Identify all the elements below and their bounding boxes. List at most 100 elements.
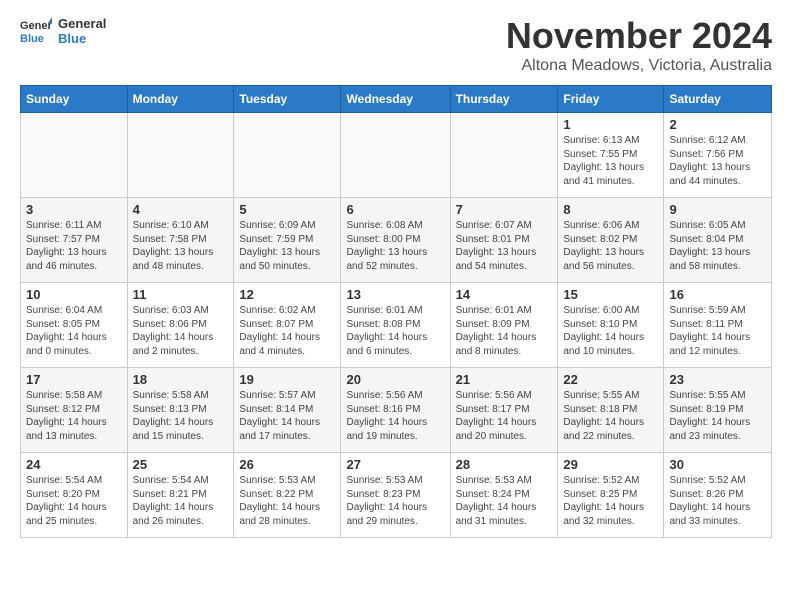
day-number: 12	[239, 287, 335, 302]
calendar-cell: 14 Sunrise: 6:01 AM Sunset: 8:09 PM Dayli…	[450, 283, 558, 368]
week-row-5: 24 Sunrise: 5:54 AM Sunset: 8:20 PM Dayli…	[21, 453, 772, 538]
day-number: 15	[563, 287, 658, 302]
calendar-cell: 4Sunrise: 6:10 AM Sunset: 7:58 PM Daylig…	[127, 198, 234, 283]
day-info: Sunrise: 5:52 AM Sunset: 8:26 PM Dayligh…	[669, 474, 766, 528]
calendar-cell: 11 Sunrise: 6:03 AM Sunset: 8:06 PM Dayli…	[127, 283, 234, 368]
calendar-cell: 7 Sunrise: 6:07 AM Sunset: 8:01 PM Daylig…	[450, 198, 558, 283]
calendar-cell	[21, 113, 128, 198]
day-number: 18	[133, 372, 229, 387]
day-number: 8	[563, 202, 658, 217]
calendar-cell: 12 Sunrise: 6:02 AM Sunset: 8:07 PM Dayli…	[234, 283, 341, 368]
day-info: Sunrise: 5:58 AM Sunset: 8:13 PM Dayligh…	[133, 389, 229, 443]
day-number: 22	[563, 372, 658, 387]
day-number: 5	[239, 202, 335, 217]
calendar-cell: 10 Sunrise: 6:04 AM Sunset: 8:05 PM Dayli…	[21, 283, 128, 368]
day-number: 24	[26, 457, 122, 472]
calendar-cell: 30Sunrise: 5:52 AM Sunset: 8:26 PM Dayli…	[664, 453, 772, 538]
calendar-cell: 23Sunrise: 5:55 AM Sunset: 8:19 PM Dayli…	[664, 368, 772, 453]
calendar-cell: 22Sunrise: 5:55 AM Sunset: 8:18 PM Dayli…	[558, 368, 664, 453]
day-number: 21	[456, 372, 553, 387]
day-info: Sunrise: 6:06 AM Sunset: 8:02 PM Dayligh…	[563, 219, 658, 273]
calendar-cell: 1 Sunrise: 6:13 AM Sunset: 7:55 PM Daylig…	[558, 113, 664, 198]
day-info: Sunrise: 6:08 AM Sunset: 8:00 PM Dayligh…	[346, 219, 444, 273]
day-number: 11	[133, 287, 229, 302]
day-number: 10	[26, 287, 122, 302]
weekday-header-row: SundayMondayTuesdayWednesdayThursdayFrid…	[21, 86, 772, 113]
svg-text:Blue: Blue	[20, 33, 44, 45]
day-number: 27	[346, 457, 444, 472]
day-number: 1	[563, 117, 658, 132]
day-info: Sunrise: 6:03 AM Sunset: 8:06 PM Dayligh…	[133, 304, 229, 358]
day-info: Sunrise: 6:10 AM Sunset: 7:58 PM Dayligh…	[133, 219, 229, 273]
logo: General Blue General Blue	[20, 15, 106, 47]
day-info: Sunrise: 6:11 AM Sunset: 7:57 PM Dayligh…	[26, 219, 122, 273]
day-number: 26	[239, 457, 335, 472]
day-number: 14	[456, 287, 553, 302]
week-row-3: 10 Sunrise: 6:04 AM Sunset: 8:05 PM Dayli…	[21, 283, 772, 368]
day-info: Sunrise: 5:59 AM Sunset: 8:11 PM Dayligh…	[669, 304, 766, 358]
day-number: 29	[563, 457, 658, 472]
title-block: November 2024 Altona Meadows, Victoria, …	[506, 15, 772, 75]
weekday-header-thursday: Thursday	[450, 86, 558, 113]
day-number: 6	[346, 202, 444, 217]
calendar-cell: 21 Sunrise: 5:56 AM Sunset: 8:17 PM Dayli…	[450, 368, 558, 453]
calendar-cell	[450, 113, 558, 198]
calendar-cell: 19 Sunrise: 5:57 AM Sunset: 8:14 PM Dayli…	[234, 368, 341, 453]
day-number: 7	[456, 202, 553, 217]
calendar-cell: 20Sunrise: 5:56 AM Sunset: 8:16 PM Dayli…	[341, 368, 450, 453]
day-info: Sunrise: 5:52 AM Sunset: 8:25 PM Dayligh…	[563, 474, 658, 528]
calendar-cell	[127, 113, 234, 198]
week-row-2: 3 Sunrise: 6:11 AM Sunset: 7:57 PM Daylig…	[21, 198, 772, 283]
weekday-header-wednesday: Wednesday	[341, 86, 450, 113]
page-header: General Blue General Blue November 2024 …	[20, 15, 772, 75]
weekday-header-friday: Friday	[558, 86, 664, 113]
svg-text:General: General	[20, 20, 52, 32]
logo-blue-text: Blue	[58, 31, 106, 46]
week-row-1: 1 Sunrise: 6:13 AM Sunset: 7:55 PM Daylig…	[21, 113, 772, 198]
day-number: 3	[26, 202, 122, 217]
calendar-cell: 8 Sunrise: 6:06 AM Sunset: 8:02 PM Daylig…	[558, 198, 664, 283]
day-number: 9	[669, 202, 766, 217]
calendar-page: General Blue General Blue November 2024 …	[0, 0, 792, 612]
calendar-cell: 24 Sunrise: 5:54 AM Sunset: 8:20 PM Dayli…	[21, 453, 128, 538]
weekday-header-sunday: Sunday	[21, 86, 128, 113]
day-info: Sunrise: 6:01 AM Sunset: 8:08 PM Dayligh…	[346, 304, 444, 358]
day-info: Sunrise: 5:57 AM Sunset: 8:14 PM Dayligh…	[239, 389, 335, 443]
day-number: 23	[669, 372, 766, 387]
day-info: Sunrise: 6:05 AM Sunset: 8:04 PM Dayligh…	[669, 219, 766, 273]
location-subtitle: Altona Meadows, Victoria, Australia	[506, 57, 772, 75]
day-info: Sunrise: 6:04 AM Sunset: 8:05 PM Dayligh…	[26, 304, 122, 358]
calendar-cell: 9 Sunrise: 6:05 AM Sunset: 8:04 PM Daylig…	[664, 198, 772, 283]
calendar-cell: 17Sunrise: 5:58 AM Sunset: 8:12 PM Dayli…	[21, 368, 128, 453]
day-info: Sunrise: 5:54 AM Sunset: 8:21 PM Dayligh…	[133, 474, 229, 528]
calendar-cell: 27 Sunrise: 5:53 AM Sunset: 8:23 PM Dayli…	[341, 453, 450, 538]
day-number: 13	[346, 287, 444, 302]
calendar-table: SundayMondayTuesdayWednesdayThursdayFrid…	[20, 85, 772, 538]
calendar-cell	[234, 113, 341, 198]
day-info: Sunrise: 6:13 AM Sunset: 7:55 PM Dayligh…	[563, 134, 658, 188]
day-info: Sunrise: 6:00 AM Sunset: 8:10 PM Dayligh…	[563, 304, 658, 358]
calendar-cell: 26 Sunrise: 5:53 AM Sunset: 8:22 PM Dayli…	[234, 453, 341, 538]
day-info: Sunrise: 5:56 AM Sunset: 8:16 PM Dayligh…	[346, 389, 444, 443]
day-number: 19	[239, 372, 335, 387]
day-number: 17	[26, 372, 122, 387]
main-title: November 2024	[506, 15, 772, 57]
day-info: Sunrise: 5:53 AM Sunset: 8:24 PM Dayligh…	[456, 474, 553, 528]
logo-icon: General Blue	[20, 15, 52, 47]
calendar-cell: 5 Sunrise: 6:09 AM Sunset: 7:59 PM Daylig…	[234, 198, 341, 283]
day-info: Sunrise: 5:56 AM Sunset: 8:17 PM Dayligh…	[456, 389, 553, 443]
weekday-header-monday: Monday	[127, 86, 234, 113]
day-info: Sunrise: 5:54 AM Sunset: 8:20 PM Dayligh…	[26, 474, 122, 528]
day-info: Sunrise: 6:01 AM Sunset: 8:09 PM Dayligh…	[456, 304, 553, 358]
day-info: Sunrise: 5:53 AM Sunset: 8:23 PM Dayligh…	[346, 474, 444, 528]
day-info: Sunrise: 6:07 AM Sunset: 8:01 PM Dayligh…	[456, 219, 553, 273]
week-row-4: 17Sunrise: 5:58 AM Sunset: 8:12 PM Dayli…	[21, 368, 772, 453]
day-info: Sunrise: 5:53 AM Sunset: 8:22 PM Dayligh…	[239, 474, 335, 528]
calendar-cell: 15 Sunrise: 6:00 AM Sunset: 8:10 PM Dayli…	[558, 283, 664, 368]
day-number: 16	[669, 287, 766, 302]
calendar-cell: 25Sunrise: 5:54 AM Sunset: 8:21 PM Dayli…	[127, 453, 234, 538]
day-info: Sunrise: 6:12 AM Sunset: 7:56 PM Dayligh…	[669, 134, 766, 188]
day-info: Sunrise: 6:02 AM Sunset: 8:07 PM Dayligh…	[239, 304, 335, 358]
logo-general-text: General	[58, 16, 106, 31]
day-info: Sunrise: 6:09 AM Sunset: 7:59 PM Dayligh…	[239, 219, 335, 273]
